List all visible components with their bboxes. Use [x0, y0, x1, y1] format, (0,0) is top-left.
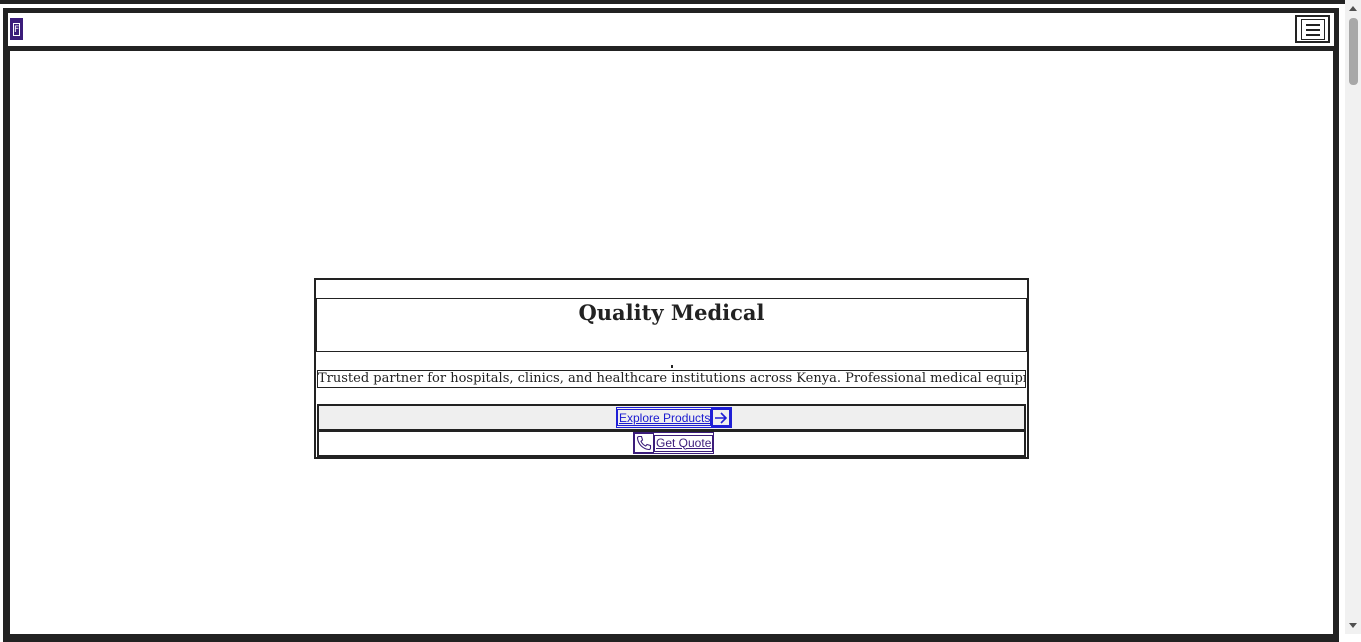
explore-products-button[interactable]: Explore Products — [616, 407, 733, 428]
hero-description: Trusted partner for hospitals, clinics, … — [317, 370, 1026, 388]
arrow-right-icon — [711, 408, 732, 427]
get-quote-button[interactable]: Get Quote — [633, 432, 715, 454]
hero-title: Quality Medical — [578, 300, 765, 325]
hamburger-menu-icon — [1301, 19, 1325, 40]
explore-products-label: Explore Products — [617, 409, 712, 426]
get-quote-label: Get Quote — [654, 434, 714, 452]
scroll-down-arrow-icon[interactable] — [1349, 623, 1357, 628]
decorative-mark — [671, 365, 673, 368]
menu-toggle-button[interactable] — [1295, 15, 1330, 43]
vertical-scrollbar[interactable] — [1345, 0, 1361, 634]
logo-letter: F — [13, 23, 20, 36]
secondary-action-row: Get Quote — [317, 430, 1026, 457]
hero-section: Quality Medical Trusted partner for hosp… — [314, 278, 1029, 459]
primary-action-row: Explore Products — [317, 404, 1026, 431]
scroll-up-arrow-icon[interactable] — [1349, 6, 1357, 11]
hero-title-box: Quality Medical — [316, 298, 1027, 352]
navbar — [8, 13, 1334, 46]
scrollbar-thumb[interactable] — [1349, 18, 1358, 85]
brand-logo[interactable]: F — [10, 18, 23, 40]
phone-icon — [634, 433, 654, 453]
window-top-border — [0, 0, 1361, 4]
